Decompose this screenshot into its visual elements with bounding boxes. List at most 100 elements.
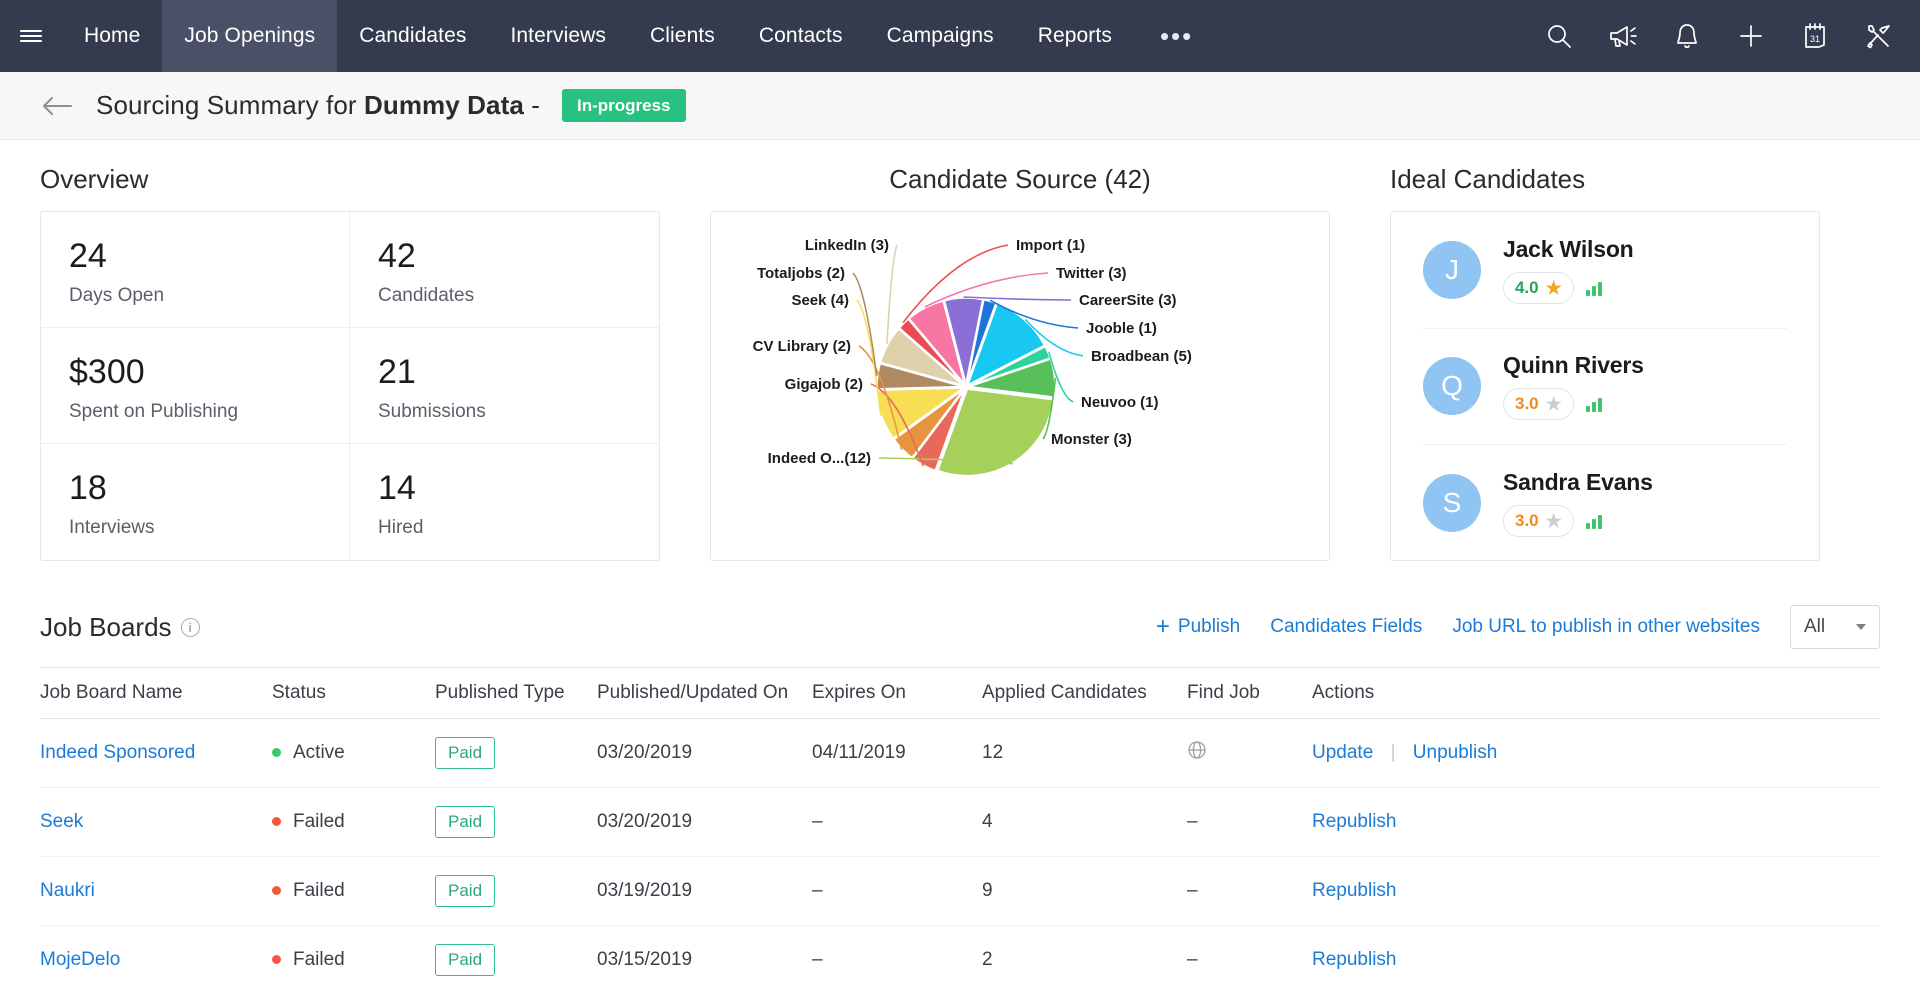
job-board-link[interactable]: Seek [40, 811, 83, 832]
list-item[interactable]: S Sandra Evans 3.0 ★ [1423, 445, 1787, 562]
plus-icon[interactable] [1730, 15, 1772, 57]
overview-label: Submissions [378, 401, 659, 423]
status-badge: In-progress [562, 89, 686, 122]
nav-item-clients[interactable]: Clients [628, 0, 737, 72]
job-board-link[interactable]: Naukri [40, 880, 95, 901]
job-board-link[interactable]: MojeDelo [40, 949, 120, 970]
paid-badge: Paid [435, 806, 495, 838]
svg-text:31: 31 [1810, 34, 1820, 44]
cell-published-type: Paid [435, 926, 597, 993]
globe-icon[interactable] [1187, 743, 1207, 765]
column-header-published-type: Published Type [435, 668, 597, 719]
column-header-actions: Actions [1312, 668, 1880, 719]
table-row[interactable]: Seek Failed Paid 03/20/2019 – 4 – Republ… [40, 788, 1880, 857]
nav-more-button[interactable]: ••• [1134, 0, 1219, 72]
table-row[interactable]: Indeed Sponsored Active Paid 03/20/2019 … [40, 719, 1880, 788]
overview-cell-hired: 14 Hired [350, 444, 659, 560]
pie-slice-label: Seek (4) [791, 292, 849, 309]
job-boards-table: Job Board Name Status Published Type Pub… [40, 667, 1880, 993]
cell-applied-candidates: 4 [982, 788, 1187, 857]
candidate-source-chart: Indeed O...(12)Gigajob (2)CV Library (2)… [710, 211, 1330, 561]
cell-published-type: Paid [435, 788, 597, 857]
pie-slice-label: Broadbean (5) [1091, 348, 1192, 365]
rating-badge: 3.0 ★ [1503, 388, 1574, 420]
cell-actions: Republish [1312, 857, 1880, 926]
update-action-link[interactable]: Update [1312, 742, 1373, 763]
nav-item-contacts[interactable]: Contacts [737, 0, 865, 72]
search-icon[interactable] [1538, 15, 1580, 57]
cell-expires-on: – [812, 926, 982, 993]
cell-job-board-name: Seek [40, 788, 272, 857]
job-url-link[interactable]: Job URL to publish in other websites [1452, 616, 1760, 638]
nav-item-job-openings[interactable]: Job Openings [162, 0, 337, 72]
candidates-fields-link[interactable]: Candidates Fields [1270, 616, 1422, 638]
pie-slice-label: Indeed O...(12) [768, 450, 871, 467]
nav-item-interviews[interactable]: Interviews [488, 0, 628, 72]
table-body: Indeed Sponsored Active Paid 03/20/2019 … [40, 719, 1880, 993]
cell-published-on: 03/19/2019 [597, 857, 812, 926]
cell-job-board-name: Naukri [40, 857, 272, 926]
hamburger-menu-icon[interactable] [0, 0, 62, 72]
unpublish-action-link[interactable]: Unpublish [1413, 742, 1498, 763]
overview-value: 14 [378, 470, 659, 507]
cell-published-on: 03/20/2019 [597, 719, 812, 788]
column-header-job-board-name: Job Board Name [40, 668, 272, 719]
overview-label: Interviews [69, 517, 349, 539]
cell-actions: Republish [1312, 926, 1880, 993]
pie-slice-label: LinkedIn (3) [805, 237, 889, 254]
nav-item-home[interactable]: Home [62, 0, 162, 72]
job-board-link[interactable]: Indeed Sponsored [40, 742, 195, 763]
candidate-name[interactable]: Quinn Rivers [1503, 352, 1644, 379]
table-row[interactable]: Naukri Failed Paid 03/19/2019 – 9 – Repu… [40, 857, 1880, 926]
bell-icon[interactable] [1666, 15, 1708, 57]
candidate-name[interactable]: Jack Wilson [1503, 236, 1634, 263]
cell-expires-on: 04/11/2019 [812, 719, 982, 788]
calendar-icon[interactable]: 31 [1794, 15, 1836, 57]
overview-value: 21 [378, 354, 659, 391]
pie-slice-label: Twitter (3) [1056, 265, 1127, 282]
overview-label: Candidates [378, 285, 659, 307]
cell-applied-candidates: 12 [982, 719, 1187, 788]
ideal-candidates-title: Ideal Candidates [1390, 164, 1830, 195]
candidate-name[interactable]: Sandra Evans [1503, 469, 1653, 496]
nav-item-reports[interactable]: Reports [1016, 0, 1134, 72]
republish-action-link[interactable]: Republish [1312, 880, 1397, 901]
overview-value: 24 [69, 238, 349, 275]
back-arrow-icon[interactable] [40, 89, 74, 123]
status-dot-icon [272, 955, 281, 964]
signal-bars-icon [1586, 396, 1602, 412]
republish-action-link[interactable]: Republish [1312, 949, 1397, 970]
dashboard-row: Overview 24 Days Open 42 Candidates $300… [40, 164, 1880, 561]
info-icon[interactable]: i [181, 618, 200, 637]
nav-item-campaigns[interactable]: Campaigns [865, 0, 1016, 72]
pie-slice-label: CV Library (2) [753, 338, 851, 355]
table-row[interactable]: MojeDelo Failed Paid 03/15/2019 – 2 – Re… [40, 926, 1880, 993]
tools-icon[interactable] [1858, 15, 1900, 57]
republish-action-link[interactable]: Republish [1312, 811, 1397, 832]
list-item[interactable]: Q Quinn Rivers 3.0 ★ [1423, 329, 1787, 446]
publish-button[interactable]: + Publish [1156, 615, 1240, 639]
pie-chart-svg: Indeed O...(12)Gigajob (2)CV Library (2)… [711, 212, 1331, 562]
candidate-meta: 3.0 ★ [1503, 388, 1644, 420]
action-separator: | [1391, 742, 1396, 763]
megaphone-icon[interactable] [1602, 15, 1644, 57]
avatar: J [1423, 241, 1481, 299]
overview-title: Overview [40, 164, 680, 195]
cell-actions: Republish [1312, 788, 1880, 857]
signal-bars-icon [1586, 280, 1602, 296]
star-icon: ★ [1546, 279, 1562, 297]
cell-find-job: – [1187, 926, 1312, 993]
signal-bars-icon [1586, 513, 1602, 529]
ideal-candidates-list: J Jack Wilson 4.0 ★ [1390, 211, 1820, 561]
filter-select[interactable]: All [1790, 605, 1880, 649]
list-item[interactable]: J Jack Wilson 4.0 ★ [1423, 212, 1787, 329]
status-text: Failed [293, 880, 345, 901]
nav-item-candidates[interactable]: Candidates [337, 0, 488, 72]
status-dot-icon [272, 748, 281, 757]
cell-applied-candidates: 9 [982, 857, 1187, 926]
cell-published-on: 03/20/2019 [597, 788, 812, 857]
candidate-source-title: Candidate Source (42) [710, 164, 1330, 195]
cell-status: Active [272, 719, 435, 788]
rating-badge: 3.0 ★ [1503, 505, 1574, 537]
pie-slice-label: CareerSite (3) [1079, 292, 1177, 309]
